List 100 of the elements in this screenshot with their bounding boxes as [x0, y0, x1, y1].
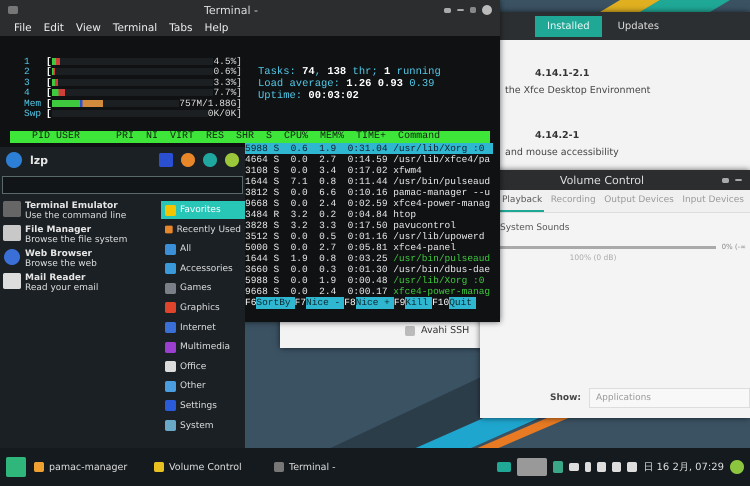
workspace-icon: [497, 462, 512, 472]
window-title: Volume Control: [558, 174, 646, 186]
category-item[interactable]: Recently Used: [161, 220, 245, 239]
app-description: Use the command line: [25, 211, 126, 221]
tab[interactable]: Updates: [606, 16, 672, 36]
category-icon: [165, 302, 176, 314]
package-description: and mouse accessibility: [505, 147, 620, 158]
category-item[interactable]: Graphics: [161, 298, 245, 317]
favorite-item[interactable]: Web Browser Browse the web: [3, 249, 161, 269]
menu-item[interactable]: File: [14, 22, 32, 34]
app-description: Browse the file system: [25, 235, 128, 245]
process-stats: 1644 S 7.1 0.8 0:11.44: [245, 176, 388, 187]
category-item[interactable]: System: [161, 416, 245, 435]
process-row[interactable]: 3660 S 0.0 0.3 0:01.30 /usr/bin/dbus-dae: [245, 264, 493, 275]
process-stats: 9668 S 0.0 2.4 0:00.17: [245, 286, 388, 297]
category-item[interactable]: All: [161, 240, 245, 258]
category-icon: [165, 342, 176, 353]
process-command: /usr/bin/pulseaud: [393, 176, 490, 187]
process-stats: 3660 S 0.0 0.3 0:01.30: [245, 264, 388, 275]
category-icon: [165, 224, 173, 236]
meter-label: 2: [24, 66, 31, 78]
category-icon: [165, 400, 176, 412]
app-icon: [3, 201, 21, 217]
process-row[interactable]: 4664 S 0.0 2.7 0:14.59 /usr/lib/xfce4/pa: [245, 154, 493, 165]
workspace-icon: [517, 458, 548, 476]
process-row[interactable]: 1644 S 7.1 0.8 0:11.44 /usr/bin/pulseaud: [245, 176, 493, 187]
menu-item[interactable]: View: [76, 22, 101, 34]
meter-label: 1: [24, 56, 31, 67]
process-row[interactable]: 3108 S 0.0 3.4 0:17.02 xfwm4: [245, 165, 493, 176]
menu-item[interactable]: Edit: [44, 22, 64, 34]
app-description: Browse the web: [25, 259, 97, 269]
favorite-item[interactable]: Mail Reader Read your email: [3, 273, 161, 293]
process-row[interactable]: 5988 S 0.0 1.9 0:00.48 /usr/lib/Xorg :0: [245, 275, 493, 286]
category-icon: [165, 322, 176, 334]
taskbar-button[interactable]: pamac-manager: [32, 458, 146, 476]
process-command: htop: [393, 209, 416, 220]
process-row[interactable]: 1644 S 1.9 0.8 0:03.25 /usr/bin/pulseaud: [245, 253, 493, 264]
volume-slider[interactable]: [500, 246, 716, 248]
app-icon: [274, 462, 284, 472]
app-name: File Manager: [25, 225, 92, 235]
app-name: Terminal Emulator: [25, 201, 119, 211]
avatar-icon: [6, 152, 22, 168]
favorite-item[interactable]: File Manager Browse the file system: [3, 225, 161, 245]
meter-label: 4: [24, 87, 31, 98]
search-field[interactable]: [2, 176, 243, 194]
process-stats: 3108 S 0.0 3.4 0:17.02: [245, 165, 388, 176]
menu-item[interactable]: Terminal: [112, 22, 158, 34]
menu-item[interactable]: Tabs: [169, 22, 192, 34]
process-stats: 3812 S 0.0 6.6 0:10.16: [245, 187, 388, 198]
process-row[interactable]: 9668 S 0.0 2.4 0:02.59 xfce4-power-manag: [245, 198, 493, 209]
summary-line: Tasks: 74, 138 thr; 1 running: [258, 66, 441, 78]
app-icon: [3, 273, 21, 289]
meter-bracket: [: [46, 98, 52, 109]
process-stats: 3512 S 0.0 0.5 0:01.16: [245, 231, 388, 242]
process-command: xfce4-power-manag: [393, 286, 490, 297]
show-label: Show:: [550, 393, 581, 403]
package-description: the Xfce Desktop Environment: [505, 85, 652, 96]
favorite-item[interactable]: Terminal Emulator Use the command line: [3, 201, 161, 221]
column-header: PID USER PRI NI VIRT RES SHR S CPU% MEM% TIME+ Command: [10, 131, 490, 143]
process-row[interactable]: 3828 S 3.2 3.3 0:17.50 pavucontrol: [245, 220, 493, 231]
meter-reading: 0K/0K]: [208, 108, 242, 120]
package-name: Avahi SSH: [421, 325, 470, 336]
process-stats: 1644 S 1.9 0.8 0:03.25: [245, 253, 388, 264]
menu-item[interactable]: Help: [204, 22, 228, 34]
category-item[interactable]: Office: [161, 358, 245, 376]
process-row[interactable]: 3512 S 0.0 0.5 0:01.16 /usr/lib/upowerd: [245, 231, 493, 242]
process-command: xfwm4: [393, 165, 422, 176]
meter-reading: 0.6%]: [213, 66, 242, 78]
category-item[interactable]: Other: [161, 377, 245, 396]
taskbar-button[interactable]: Volume Control: [152, 458, 266, 476]
package-version: 4.14.2-1: [534, 130, 580, 141]
taskbar-button[interactable]: Terminal -: [272, 458, 386, 476]
process-command: pamac-manager --u: [393, 187, 490, 198]
process-stats: 5988 S 0.0 1.9 0:00.48: [245, 275, 388, 286]
meter-bracket: [: [46, 87, 52, 98]
category-item[interactable]: Internet: [161, 318, 245, 337]
process-stats: 4664 S 0.0 2.7 0:14.59: [245, 154, 388, 165]
meter-bracket: [: [46, 56, 52, 67]
process-row[interactable]: 5988 S 0.6 1.9 0:31.04 /usr/lib/Xorg :0: [245, 143, 493, 154]
process-stats: 3484 R 3.2 0.2 0:04.84: [245, 209, 388, 220]
window-title: Terminal -: [203, 4, 259, 16]
process-row[interactable]: 9668 S 0.0 2.4 0:00.17 xfce4-power-manag: [245, 286, 493, 297]
process-row[interactable]: 5000 S 0.0 2.7 0:05.81 xfce4-panel: [245, 242, 493, 253]
meter-reading: 3.3%]: [213, 76, 242, 88]
category-item[interactable]: Multimedia: [161, 338, 245, 356]
meter-label: Mem: [24, 98, 42, 109]
category-item[interactable]: Accessories: [161, 260, 245, 278]
category-icon: [165, 380, 176, 392]
meter-reading: 757M/1.88G]: [179, 98, 242, 109]
process-command: /usr/lib/Xorg :0: [393, 275, 484, 286]
category-item[interactable]: Settings: [161, 396, 245, 415]
app-description: Read your email: [25, 283, 98, 293]
app-icon: [154, 462, 164, 472]
process-stats: 5000 S 0.0 2.7 0:05.81: [245, 242, 388, 253]
app-icon: [553, 461, 564, 473]
process-row[interactable]: 3812 S 0.0 6.6 0:10.16 pamac-manager --u: [245, 187, 493, 198]
meter-bracket: [: [46, 76, 52, 88]
category-item[interactable]: Games: [161, 279, 245, 298]
meter-bracket: [: [46, 108, 52, 120]
process-row[interactable]: 3484 R 3.2 0.2 0:04.84 htop: [245, 209, 493, 220]
